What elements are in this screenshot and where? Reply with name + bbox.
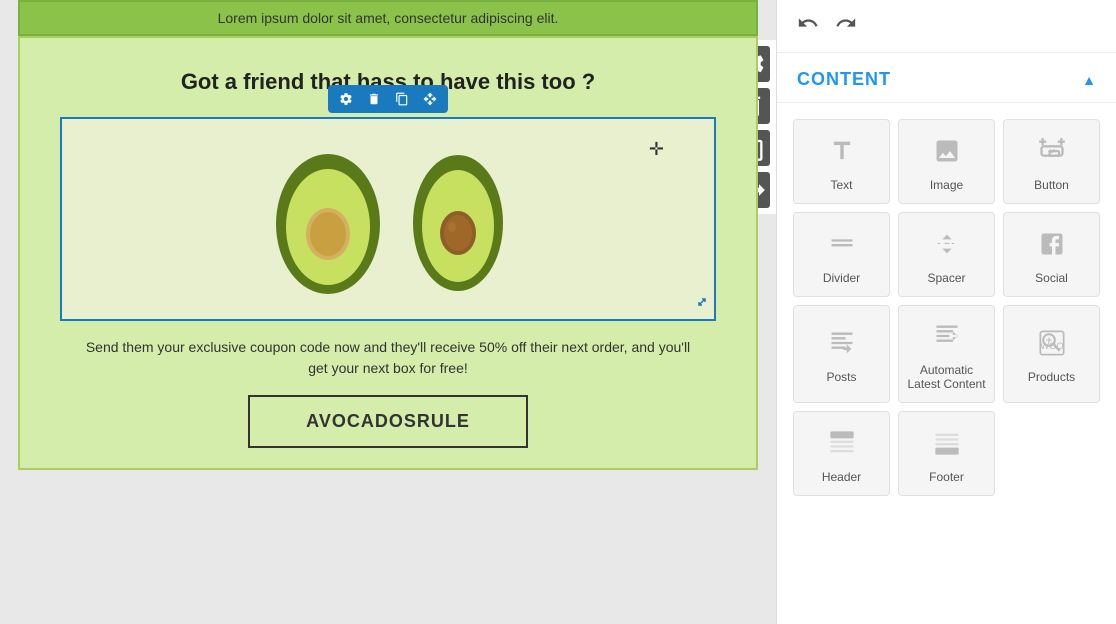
- alc-item-label: Automatic Latest Content: [907, 363, 986, 392]
- toolbar-trash-icon[interactable]: [364, 89, 384, 109]
- coupon-code-button[interactable]: AVOCADOSRULE: [248, 395, 528, 448]
- email-banner: Lorem ipsum dolor sit amet, consectetur …: [18, 0, 758, 36]
- footer-item-label: Footer: [929, 470, 964, 484]
- avocado-left: [268, 139, 388, 299]
- spacer-item-label: Spacer: [927, 271, 965, 285]
- content-item-footer[interactable]: Footer: [898, 411, 995, 496]
- content-panel-title: CONTENT: [797, 69, 891, 90]
- content-grid: Text Image Button Divider: [777, 103, 1116, 512]
- svg-text:WOO: WOO: [1040, 341, 1063, 351]
- email-block: Got a friend that hass to have this too …: [18, 36, 758, 470]
- button-icon: [1038, 137, 1066, 170]
- undo-button[interactable]: [797, 12, 819, 40]
- posts-item-label: Posts: [826, 370, 856, 384]
- social-item-label: Social: [1035, 271, 1068, 285]
- content-item-header[interactable]: Header: [793, 411, 890, 496]
- divider-item-label: Divider: [823, 271, 860, 285]
- header-icon: [828, 429, 856, 462]
- content-item-posts[interactable]: Posts: [793, 305, 890, 403]
- email-body-text: Send them your exclusive coupon code now…: [60, 321, 716, 395]
- email-wrapper: Lorem ipsum dolor sit amet, consectetur …: [18, 0, 758, 470]
- content-item-social[interactable]: Social: [1003, 212, 1100, 297]
- content-item-divider[interactable]: Divider: [793, 212, 890, 297]
- header-item-label: Header: [822, 470, 861, 484]
- collapse-arrow-icon[interactable]: ▲: [1082, 72, 1096, 88]
- content-item-image[interactable]: Image: [898, 119, 995, 204]
- text-item-label: Text: [830, 178, 852, 192]
- image-item-label: Image: [930, 178, 963, 192]
- content-item-button[interactable]: Button: [1003, 119, 1100, 204]
- content-item-text[interactable]: Text: [793, 119, 890, 204]
- redo-button[interactable]: [835, 12, 857, 40]
- content-item-alc[interactable]: Automatic Latest Content: [898, 305, 995, 403]
- banner-text: Lorem ipsum dolor sit amet, consectetur …: [218, 10, 559, 26]
- content-item-products[interactable]: WOO Products: [1003, 305, 1100, 403]
- avocado-illustration: [248, 119, 528, 319]
- image-block-toolbar: [328, 85, 448, 113]
- button-item-label: Button: [1034, 178, 1069, 192]
- canvas-area: Lorem ipsum dolor sit amet, consectetur …: [0, 0, 776, 624]
- footer-icon: [933, 429, 961, 462]
- content-item-spacer[interactable]: Spacer: [898, 212, 995, 297]
- toolbar-gear-icon[interactable]: [336, 89, 356, 109]
- toolbar-move-icon[interactable]: [420, 89, 440, 109]
- text-icon: [828, 137, 856, 170]
- avocado-right: [408, 141, 508, 296]
- social-icon: [1038, 230, 1066, 263]
- right-panel: CONTENT ▲ Text Image Button: [776, 0, 1116, 624]
- image-icon: [933, 137, 961, 170]
- resize-handle[interactable]: [694, 294, 710, 315]
- products-item-label: Products: [1028, 370, 1075, 384]
- panel-top-bar: [777, 0, 1116, 53]
- posts-icon: [828, 329, 856, 362]
- divider-icon: [828, 230, 856, 263]
- alc-icon: [933, 322, 961, 355]
- toolbar-copy-icon[interactable]: [392, 89, 412, 109]
- image-block-wrapper: ✛: [60, 117, 716, 321]
- crosshair-icon: ✛: [649, 139, 664, 160]
- image-block[interactable]: ✛: [60, 117, 716, 321]
- spacer-icon: [933, 230, 961, 263]
- content-header: CONTENT ▲: [777, 53, 1116, 103]
- products-icon: WOO: [1038, 329, 1066, 362]
